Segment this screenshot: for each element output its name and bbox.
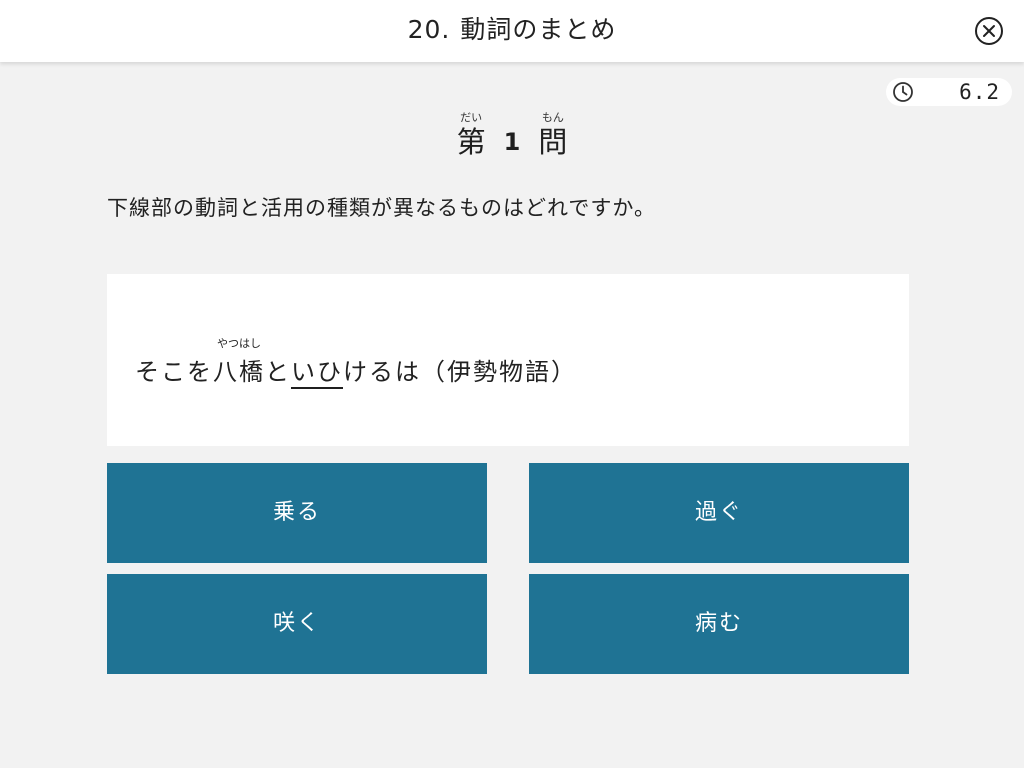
choice-button-3[interactable]: 咲く (107, 574, 487, 674)
lesson-number: 20. (407, 15, 451, 44)
passage-before: そこを (135, 358, 213, 386)
question-number-suffix-text: 問 (538, 125, 568, 159)
passage-ruby-text: やつはし (217, 337, 261, 350)
question-number-prefix: だい 第 (456, 112, 486, 160)
close-button[interactable] (974, 16, 1004, 46)
timer-value: 6.2 (959, 80, 1000, 104)
question-number-suffix-ruby: もん (541, 111, 564, 124)
clock-icon (892, 81, 914, 103)
question-text: 下線部の動詞と活用の種類が異なるものはどれですか。 (107, 196, 656, 220)
header-bar: 20. 動詞のまとめ (0, 0, 1024, 62)
passage-underlined-verb: いひ (291, 357, 343, 389)
question-number-prefix-text: 第 (456, 125, 486, 159)
passage-ruby-base: 八橋 (213, 358, 265, 386)
choice-button-1[interactable]: 乗る (107, 463, 487, 563)
close-circle-icon (975, 17, 1003, 45)
lesson-title: 動詞のまとめ (460, 15, 617, 44)
question-number-value: 1 (503, 128, 521, 156)
choice-button-4[interactable]: 病む (529, 574, 909, 674)
passage-after: けるは（伊勢物語） (343, 358, 577, 386)
choice-button-2[interactable]: 過ぐ (529, 463, 909, 563)
question-number-suffix: もん 問 (538, 112, 568, 160)
passage-middle: と (265, 358, 291, 386)
passage-text: そこを やつはし八橋といひけるは（伊勢物語） (135, 338, 577, 389)
timer: 6.2 (886, 78, 1012, 106)
page-title: 20. 動詞のまとめ (0, 0, 1024, 62)
question-number-prefix-ruby: だい (460, 111, 483, 124)
question-number: だい 第 1 もん 問 (0, 112, 1024, 160)
passage-box: そこを やつはし八橋といひけるは（伊勢物語） (107, 274, 909, 446)
passage-ruby-word: やつはし 八橋 (213, 338, 265, 387)
